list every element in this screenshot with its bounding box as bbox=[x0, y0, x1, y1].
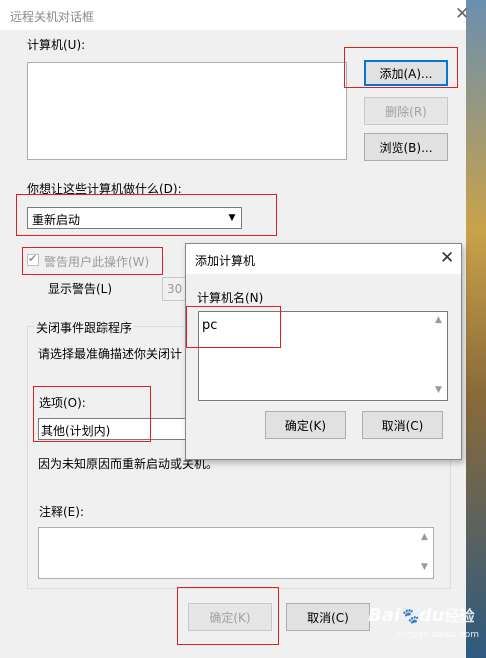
watermark-brand: Bai bbox=[368, 605, 401, 626]
add-computer-dialog: 添加计算机 ✕ 计算机名(N) pc ▲ ▼ 确定(K) 取消(C) bbox=[185, 243, 462, 460]
paw-icon: 🐾 bbox=[400, 607, 419, 625]
computers-list[interactable] bbox=[27, 62, 347, 160]
computer-name-label: 计算机名(N) bbox=[197, 291, 264, 305]
action-select[interactable]: 重新启动 ▼ bbox=[27, 207, 242, 229]
add-cancel-button[interactable]: 取消(C) bbox=[362, 411, 443, 439]
choose-reason-text: 请选择最准确描述你关闭计 bbox=[38, 347, 183, 361]
option-label: 选项(O): bbox=[39, 396, 86, 410]
scroll-down-icon[interactable]: ▼ bbox=[431, 385, 446, 395]
close-icon[interactable]: ✕ bbox=[455, 6, 469, 23]
name-scrollbar[interactable]: ▲ ▼ bbox=[431, 312, 447, 400]
watermark-paw-text: du bbox=[418, 605, 445, 626]
desktop-background bbox=[464, 0, 486, 658]
computers-label: 计算机(U): bbox=[27, 38, 86, 52]
display-warning-label: 显示警告(L) bbox=[48, 282, 113, 296]
close-icon[interactable]: ✕ bbox=[440, 250, 454, 267]
computer-name-value: pc bbox=[202, 318, 218, 333]
main-ok-button[interactable]: 确定(K) bbox=[188, 603, 272, 631]
remove-button[interactable]: 删除(R) bbox=[364, 97, 448, 125]
comment-label: 注释(E): bbox=[39, 505, 84, 519]
scroll-up-icon[interactable]: ▲ bbox=[431, 315, 446, 325]
watermark: Bai🐾du经验 bbox=[368, 605, 474, 626]
dialog-title: 远程关机对话框 bbox=[10, 10, 95, 24]
browse-button[interactable]: 浏览(B)... bbox=[364, 133, 448, 161]
scroll-up-icon[interactable]: ▲ bbox=[417, 532, 432, 542]
option-select[interactable]: 其他(计划内) bbox=[38, 418, 188, 440]
display-warning-value: 30 bbox=[167, 282, 183, 296]
add-ok-button[interactable]: 确定(K) bbox=[265, 411, 346, 439]
add-dialog-title: 添加计算机 bbox=[195, 254, 256, 268]
main-cancel-button[interactable]: 取消(C) bbox=[286, 603, 370, 631]
comment-textarea[interactable]: ▲ ▼ bbox=[38, 527, 434, 579]
action-select-value: 重新启动 bbox=[32, 213, 81, 227]
chevron-down-icon: ▼ bbox=[228, 213, 236, 223]
action-label: 你想让这些计算机做什么(D): bbox=[27, 182, 182, 196]
add-button[interactable]: 添加(A)... bbox=[364, 60, 448, 86]
comment-scrollbar[interactable]: ▲ ▼ bbox=[417, 528, 433, 578]
warn-checkbox-label: 警告用户此操作(W) bbox=[44, 255, 150, 269]
watermark-url: jingyan.baidu.com bbox=[396, 630, 480, 640]
warn-checkbox[interactable]: ✔ bbox=[27, 252, 39, 266]
watermark-suffix: 经验 bbox=[444, 607, 475, 625]
event-tracker-title: 关闭事件跟踪程序 bbox=[34, 319, 135, 336]
checkmark-icon: ✔ bbox=[28, 252, 38, 265]
option-select-value: 其他(计划内) bbox=[41, 424, 111, 438]
scroll-down-icon[interactable]: ▼ bbox=[417, 562, 432, 572]
computer-name-input[interactable]: pc ▲ ▼ bbox=[198, 311, 448, 401]
